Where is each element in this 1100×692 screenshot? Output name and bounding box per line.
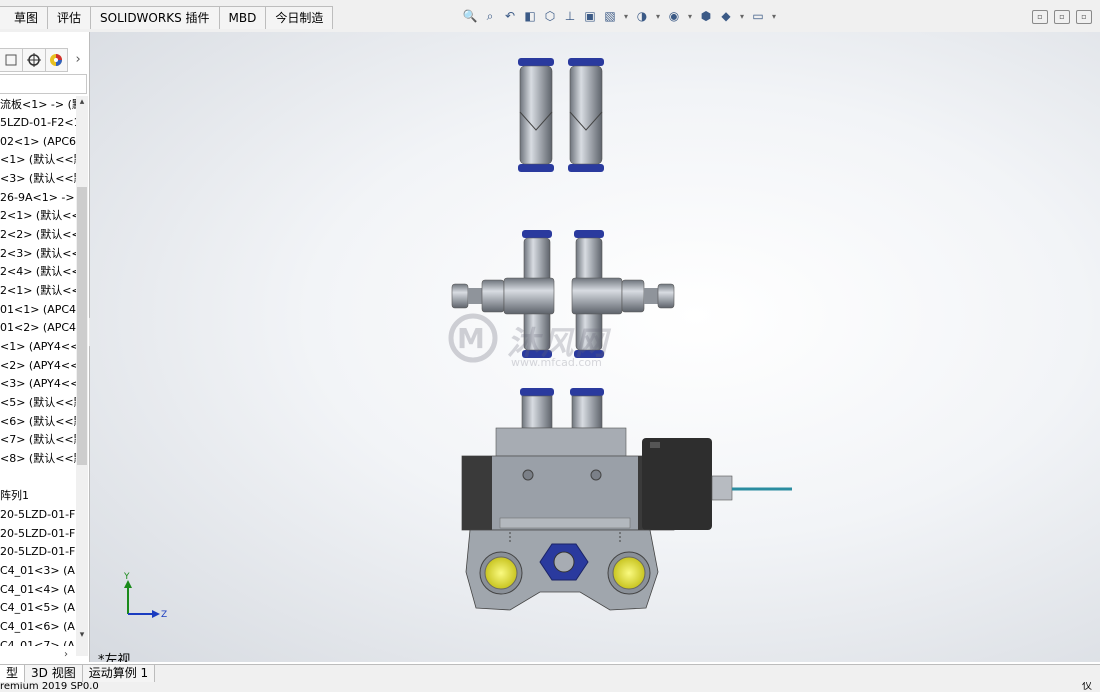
tree-item[interactable]: 02<1> (APC6: [0, 133, 76, 151]
display-pane-icon[interactable]: ▭: [750, 8, 766, 24]
tree-item[interactable]: 2<3> (默认<<: [0, 245, 76, 263]
triad-view-icon[interactable]: ⊥: [562, 8, 578, 24]
tree-item[interactable]: C4_01<5> (A: [0, 599, 76, 617]
hide-show-items-icon[interactable]: ◑: [634, 8, 650, 24]
command-tabs: 草图 评估 SOLIDWORKS 插件 MBD 今日制造: [0, 6, 334, 29]
tree-item[interactable]: 5LZD-01-F2<1: [0, 114, 76, 132]
tree-item[interactable]: C4_01<7> (A: [0, 637, 76, 646]
tree-item[interactable]: 2<1> (默认<<: [0, 207, 76, 225]
tree-item[interactable]: 20-5LZD-01-F: [0, 543, 76, 561]
tree-item[interactable]: <7> (默认<<默: [0, 431, 76, 449]
tab-mbd[interactable]: MBD: [218, 6, 267, 29]
color-wheel-icon: [50, 54, 63, 66]
scroll-down-icon[interactable]: ▾: [76, 629, 88, 641]
tree-item[interactable]: 20-5LZD-01-F: [0, 525, 76, 543]
display-pane-dropdown-icon[interactable]: ▾: [770, 8, 778, 24]
graphics-area[interactable]: M 沐风网 www.mfcad.com Y Z *左视: [90, 32, 1100, 662]
status-bar: remium 2019 SP0.0 仅: [0, 682, 1100, 692]
tree-item[interactable]: [0, 469, 76, 487]
panel-tabs-more-arrow[interactable]: ›: [67, 48, 89, 70]
dynamic-annotation-icon[interactable]: ⬡: [542, 8, 558, 24]
tree-item[interactable]: 20-5LZD-01-F: [0, 506, 76, 524]
tab-addins[interactable]: SOLIDWORKS 插件: [90, 6, 220, 29]
tree-item[interactable]: <5> (默认<<默: [0, 394, 76, 412]
heads-up-view-toolbar: 🔍 ⌕ ↶ ◧ ⬡ ⊥ ▣ ▧ ▾ ◑ ▾ ◉ ▾ ⬢ ◆ ▾ ▭ ▾: [462, 8, 778, 24]
display-style-icon[interactable]: ▧: [602, 8, 618, 24]
tree-item[interactable]: <1> (默认<<默: [0, 151, 76, 169]
display-manager-tab[interactable]: [44, 48, 69, 72]
view-settings-icon[interactable]: ◆: [718, 8, 734, 24]
tree-item[interactable]: C4_01<4> (A: [0, 581, 76, 599]
tree-item[interactable]: <3> (APY4<<: [0, 375, 76, 393]
edit-appearance-icon[interactable]: ◉: [666, 8, 682, 24]
tree-item[interactable]: 2<4> (默认<<: [0, 263, 76, 281]
tree-item[interactable]: 阵列1: [0, 487, 76, 505]
command-manager-bar: 草图 评估 SOLIDWORKS 插件 MBD 今日制造 🔍 ⌕ ↶ ◧ ⬡ ⊥…: [0, 0, 1100, 33]
watermark-url: www.mfcad.com: [511, 356, 602, 369]
close-window-icon[interactable]: ▫: [1076, 10, 1092, 24]
tab-3d-views[interactable]: 3D 视图: [25, 665, 83, 682]
triad-z-label: Z: [161, 610, 167, 620]
tree-filter-input[interactable]: [0, 74, 87, 94]
tree-item[interactable]: 2<1> (默认<<: [0, 282, 76, 300]
feature-tree-tab[interactable]: [0, 48, 23, 72]
tree-item[interactable]: 01<2> (APC4: [0, 319, 76, 337]
tree-scrollbar-thumb[interactable]: [77, 187, 87, 465]
appearance-dropdown-icon[interactable]: ▾: [686, 8, 694, 24]
scroll-up-icon[interactable]: ▴: [76, 96, 88, 108]
zoom-to-fit-icon[interactable]: 🔍: [462, 8, 478, 24]
feature-tree-icon: [5, 54, 17, 66]
view-orientation-label: *左视: [98, 653, 131, 662]
hide-show-dropdown-icon[interactable]: ▾: [654, 8, 662, 24]
apply-scene-icon[interactable]: ⬢: [698, 8, 714, 24]
previous-view-icon[interactable]: ↶: [502, 8, 518, 24]
tree-item[interactable]: 26-9A<1> ->: [0, 189, 76, 207]
coordinate-triad: Y Z: [123, 572, 167, 620]
tree-item[interactable]: <6> (默认<<默: [0, 413, 76, 431]
tab-motion-study[interactable]: 运动算例 1: [82, 665, 156, 682]
solenoid-valve-assembly: [461, 388, 792, 611]
view-orientation-icon[interactable]: ▣: [582, 8, 598, 24]
tree-item[interactable]: <1> (APY4<<: [0, 338, 76, 356]
tree-item[interactable]: <3> (默认<<默: [0, 170, 76, 188]
feature-manager-panel: › 流板<1> -> (默 5LZD-01-F2<1 02<1> (APC6 <…: [0, 32, 90, 662]
top-fitting-pair: [518, 58, 604, 172]
tree-item[interactable]: C4_01<6> (A: [0, 618, 76, 636]
window-controls: ▫ ▫ ▫: [1032, 10, 1092, 24]
tree-item[interactable]: <2> (APY4<<: [0, 357, 76, 375]
view-settings-dropdown-icon[interactable]: ▾: [738, 8, 746, 24]
scroll-right-icon[interactable]: ›: [60, 649, 72, 661]
tree-item[interactable]: 2<2> (默认<<: [0, 226, 76, 244]
status-right-text: 仅: [1082, 682, 1092, 692]
feature-tree: 流板<1> -> (默 5LZD-01-F2<1 02<1> (APC6 <1>…: [0, 96, 76, 662]
watermark-logo-icon: M: [448, 313, 498, 363]
version-text: remium 2019 SP0.0: [0, 682, 99, 692]
svg-text:M: M: [457, 322, 485, 355]
property-manager-tab[interactable]: [21, 48, 46, 72]
tile-window-icon[interactable]: ▫: [1054, 10, 1070, 24]
tree-item[interactable]: 01<1> (APC4: [0, 301, 76, 319]
bottom-tab-strip: 型 3D 视图 运动算例 1: [0, 664, 1100, 683]
tree-item[interactable]: 流板<1> -> (默: [0, 96, 76, 114]
tab-make-today[interactable]: 今日制造: [265, 6, 334, 29]
panel-tabs: ›: [0, 48, 89, 72]
restore-window-icon[interactable]: ▫: [1032, 10, 1048, 24]
section-view-icon[interactable]: ◧: [522, 8, 538, 24]
tree-item[interactable]: C4_01<3> (A: [0, 562, 76, 580]
tab-evaluate[interactable]: 评估: [47, 6, 92, 29]
tab-sketch[interactable]: 草图: [0, 6, 49, 29]
tab-model[interactable]: 型: [0, 665, 26, 682]
display-style-dropdown-icon[interactable]: ▾: [622, 8, 630, 24]
triad-y-label: Y: [123, 572, 130, 582]
tree-item[interactable]: <8> (默认<<默: [0, 450, 76, 468]
zoom-to-area-icon[interactable]: ⌕: [482, 8, 498, 24]
crosshair-icon: [26, 53, 41, 67]
